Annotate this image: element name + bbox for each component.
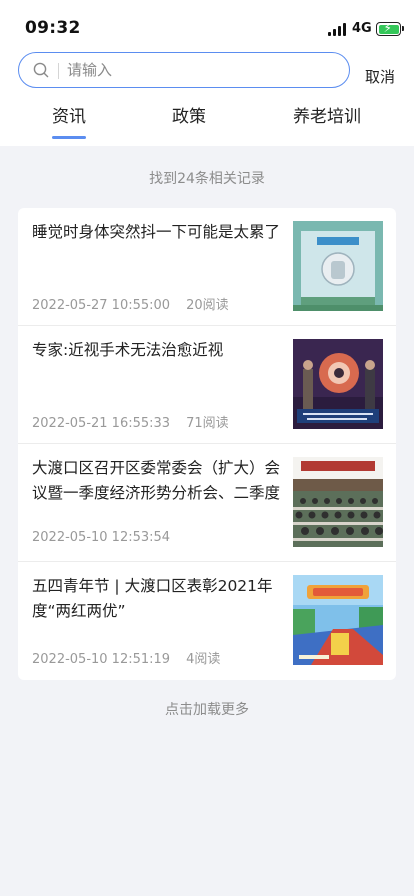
- article-date: 2022-05-21 16:55:33: [32, 416, 171, 431]
- signal-icon: [328, 23, 347, 36]
- header: 09:32 4G ⚡ 取消 资讯 政策 养老培训: [0, 0, 414, 146]
- search-icon: [33, 62, 49, 78]
- article-reads: 71阅读: [186, 416, 229, 431]
- article-title: 大渡口区召开区委常委会（扩大）会议暨一季度经济形势分析会、二季度: [32, 459, 281, 502]
- article-thumbnail: [293, 575, 383, 665]
- article-list: 睡觉时身体突然抖一下可能是太累了 2022-05-27 10:55:00 20阅读…: [18, 208, 396, 680]
- search-input[interactable]: [67, 58, 337, 82]
- status-time: 09:32: [25, 18, 81, 38]
- tab-policy[interactable]: 政策: [172, 102, 206, 127]
- search-divider: [58, 63, 59, 79]
- article-meta: 2022-05-10 12:51:19 4阅读: [32, 648, 220, 667]
- article-meta: 2022-05-27 10:55:00 20阅读: [32, 294, 229, 313]
- tab-elderly-training[interactable]: 养老培训: [293, 102, 361, 127]
- tab-bar: 资讯 政策 养老培训: [0, 100, 414, 140]
- article-title: 睡觉时身体突然抖一下可能是太累了: [32, 223, 281, 241]
- list-item[interactable]: 五四青年节 | 大渡口区表彰2021年度“两红两优” 2022-05-10 12…: [18, 562, 396, 680]
- list-item[interactable]: 专家:近视手术无法治愈近视 2022-05-21 16:55:33 71阅读: [18, 326, 396, 444]
- list-item[interactable]: 大渡口区召开区委常委会（扩大）会议暨一季度经济形势分析会、二季度 2022-05…: [18, 444, 396, 562]
- search-box[interactable]: [18, 52, 350, 88]
- battery-icon: ⚡: [376, 22, 404, 36]
- article-meta: 2022-05-21 16:55:33 71阅读: [32, 412, 229, 431]
- tab-active-indicator: [52, 136, 86, 139]
- result-count: 找到24条相关记录: [149, 171, 265, 187]
- article-title: 五四青年节 | 大渡口区表彰2021年度“两红两优”: [32, 577, 273, 620]
- cancel-button[interactable]: 取消: [365, 66, 395, 87]
- article-date: 2022-05-10 12:53:54: [32, 530, 171, 545]
- network-type: 4G: [352, 21, 372, 36]
- article-reads: 4阅读: [186, 652, 221, 667]
- tab-news[interactable]: 资讯: [52, 102, 86, 127]
- article-thumbnail: [293, 339, 383, 429]
- article-title: 专家:近视手术无法治愈近视: [32, 341, 224, 359]
- list-item[interactable]: 睡觉时身体突然抖一下可能是太累了 2022-05-27 10:55:00 20阅读: [18, 208, 396, 326]
- article-meta: 2022-05-10 12:53:54: [32, 530, 186, 545]
- status-bar: 09:32 4G ⚡: [0, 0, 414, 52]
- article-thumbnail: [293, 221, 383, 311]
- article-reads: 20阅读: [186, 298, 229, 313]
- load-more-button[interactable]: 点击加载更多: [0, 699, 414, 719]
- article-thumbnail: [293, 457, 383, 547]
- article-date: 2022-05-10 12:51:19: [32, 652, 171, 667]
- article-date: 2022-05-27 10:55:00: [32, 298, 171, 313]
